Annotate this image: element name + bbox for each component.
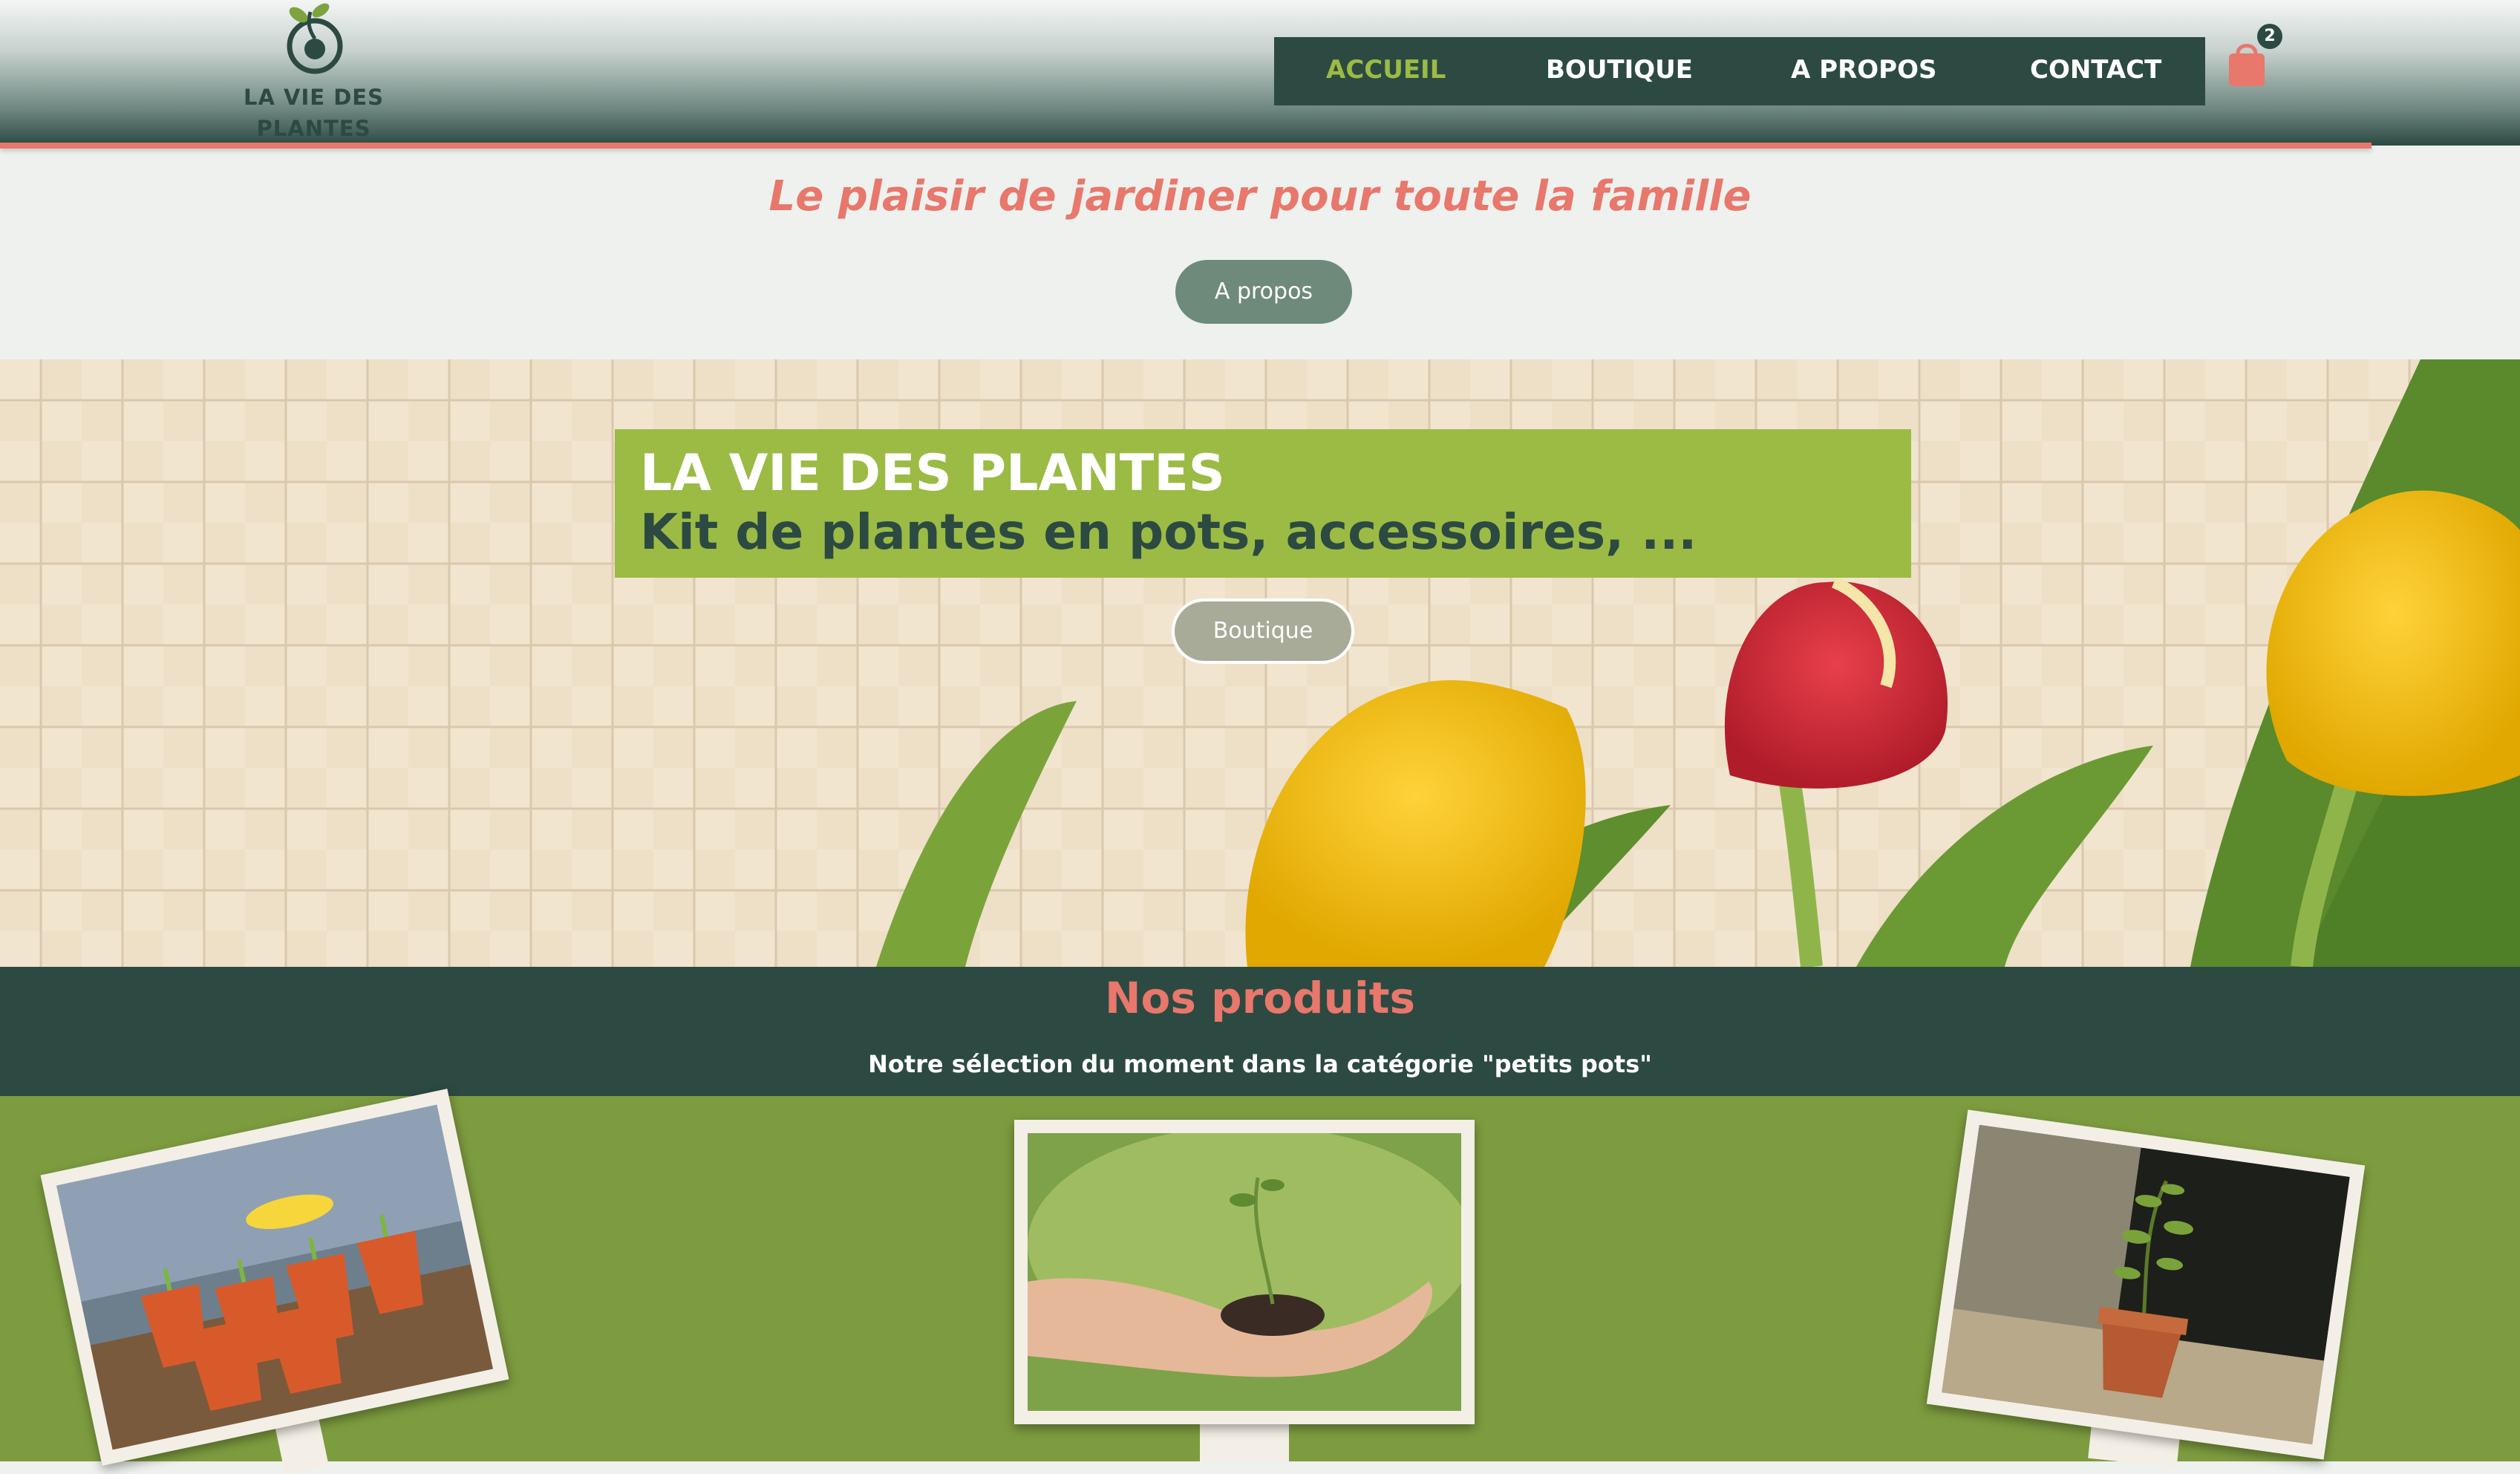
site-logo[interactable]: LA VIE DES PLANTES <box>223 0 405 146</box>
nav-item-contact[interactable]: CONTACT <box>2030 55 2161 85</box>
hero-title: LA VIE DES PLANTES <box>640 444 1225 503</box>
brand-name-line2: PLANTES <box>256 116 371 141</box>
cart-count-badge: 2 <box>2257 24 2282 49</box>
nav-item-boutique[interactable]: BOUTIQUE <box>1546 55 1693 85</box>
card-stake <box>1200 1424 1289 1461</box>
nav-item-accueil[interactable]: ACCUEIL <box>1326 55 1446 85</box>
nav-item-a-propos[interactable]: A PROPOS <box>1791 55 1936 85</box>
shop-button[interactable]: Boutique <box>1172 599 1354 664</box>
products-subtitle: Notre sélection du moment dans la catégo… <box>868 1050 1652 1078</box>
brand-name-line1: LA VIE DES <box>244 85 384 110</box>
about-button[interactable]: A propos <box>1175 260 1352 324</box>
product-photo-frame <box>1014 1120 1475 1424</box>
main-nav: ACCUEIL BOUTIQUE A PROPOS CONTACT <box>1274 37 2205 105</box>
potted-plant-image <box>1942 1124 2350 1445</box>
products-title: Nos produits <box>1104 973 1415 1023</box>
hero-banner: LA VIE DES PLANTES Kit de plantes en pot… <box>0 359 2520 967</box>
tagline: Le plaisir de jardiner pour toute la fam… <box>768 172 1752 221</box>
sprout-logo-icon <box>287 3 343 74</box>
product-photo-frame <box>1926 1109 2366 1460</box>
hero-title-box: LA VIE DES PLANTES Kit de plantes en pot… <box>615 429 1911 578</box>
hero-subtitle: Kit de plantes en pots, accessoires, ... <box>640 503 1697 561</box>
hand-with-seedling-image <box>1028 1133 1461 1411</box>
